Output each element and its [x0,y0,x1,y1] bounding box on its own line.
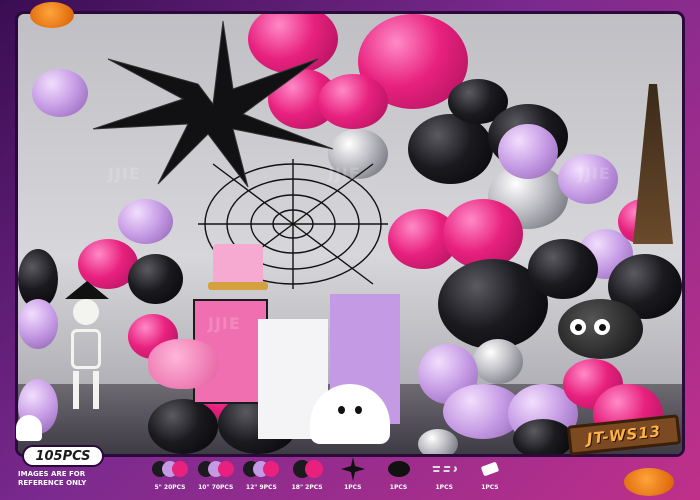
balloon [18,299,58,349]
balloon [148,399,218,454]
content-item-label: 5" 20PCS [154,484,186,491]
pumpkin-corner-icon [624,468,674,496]
piece-count-badge: 105PCS [22,445,104,467]
content-item-label: 1PCS [344,484,362,491]
watermark: JJIE [328,164,361,183]
watermark: JJIE [578,164,611,183]
balloon [513,419,573,454]
balloon [443,199,523,269]
content-item-label: 1PCS [389,484,408,491]
spider-foil-balloon [538,294,648,364]
product-code: JT-WS13 [586,422,662,448]
large-balloons-icon [241,456,281,482]
pumpkin-corner-icon [30,2,74,28]
content-item: 1PCS [333,456,373,498]
glue-dots-icon [470,456,510,482]
medium-balloons-icon [196,456,236,482]
ghost-face [338,406,362,414]
content-item-label: 10" 70PCS [198,484,234,491]
balloon [408,114,493,184]
small-balloons-icon [150,456,190,482]
balloon [473,339,523,384]
content-item-label: 12" 9PCS [245,484,277,491]
content-item: 1PCS [424,456,464,498]
spider-foil-balloon-icon [379,456,419,482]
content-item: 1PCS [379,456,419,498]
content-item: 12" 9PCS [241,456,281,498]
watermark: JJIE [108,164,141,183]
content-item-label: 18" 2PCS [291,484,323,491]
watermark: JJIE [208,314,241,333]
content-item-label: 1PCS [481,484,499,491]
ghost-corner-icon [16,415,42,441]
balloon [118,199,173,244]
content-item-label: 1PCS [435,484,453,491]
content-item: 1PCS [470,456,510,498]
piece-count: 105PCS [35,448,91,464]
pink-pumpkin-decoration [148,339,218,389]
xl-balloons-icon [287,456,327,482]
star-foil-balloon-icon [333,456,373,482]
content-item: 18" 2PCS [287,456,327,498]
balloon [418,429,458,454]
balloon [498,124,558,179]
disclaimer-line: REFERENCE ONLY [18,479,87,487]
balloon [528,239,598,299]
content-item: 5" 20PCS [150,456,190,498]
package-contents-strip: 5" 20PCS 10" 70PCS 12" 9PCS 18" 2PCS 1PC… [150,456,510,498]
party-scene-photo: JJIE JJIE JJIE JJIE [18,14,682,454]
content-item: 10" 70PCS [196,456,236,498]
broom-decoration [633,84,673,244]
skeleton-decoration [53,281,123,409]
balloon [128,254,183,304]
cake-stand [208,282,268,290]
cake [213,244,263,284]
balloon-chain-icon [424,456,464,482]
disclaimer-line: IMAGES ARE FOR [18,470,86,478]
reference-disclaimer: IMAGES ARE FOR REFERENCE ONLY [18,470,118,488]
balloon [32,69,88,117]
